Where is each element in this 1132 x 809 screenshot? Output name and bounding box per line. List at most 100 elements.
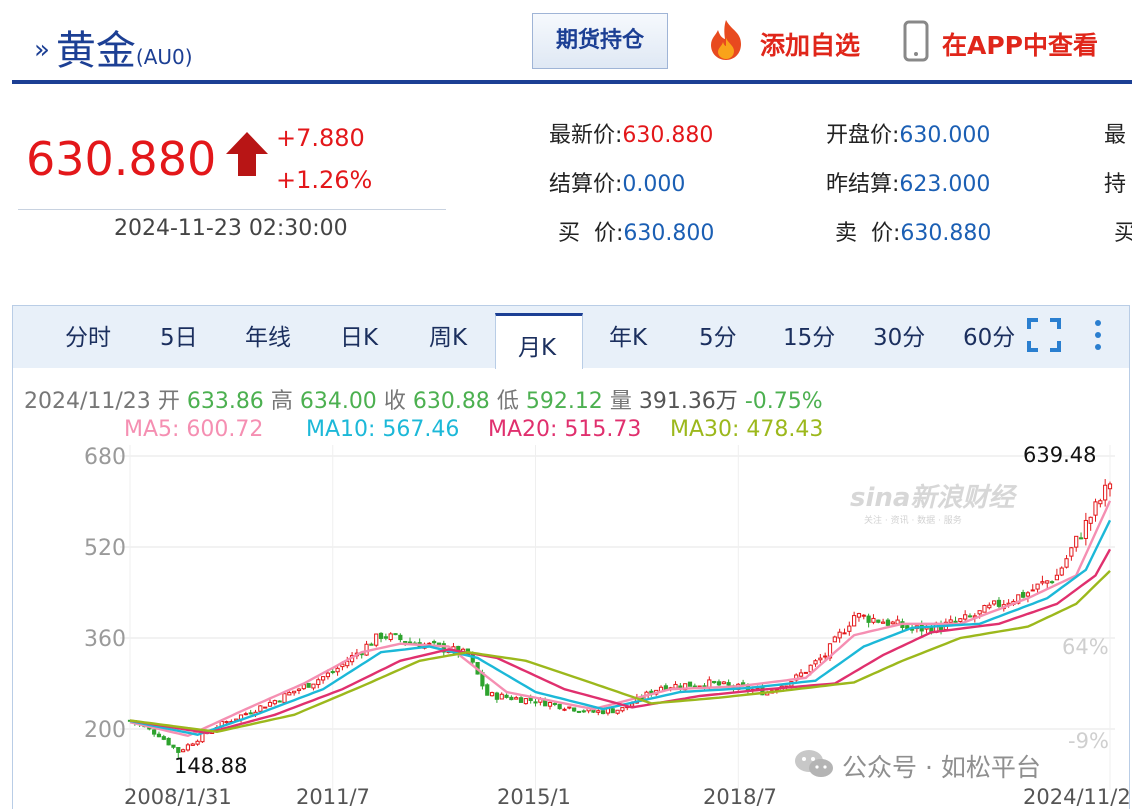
candle-body [823,655,828,658]
candle-body [615,709,620,714]
candle-body [383,636,388,639]
candle-body [1078,537,1084,540]
candle-body [881,621,886,624]
wechat-account-watermark: 公众号 · 如松平台 [842,753,1041,782]
candle-body [407,641,413,644]
candle-body [292,690,297,694]
candle-body [576,710,582,713]
candle-body [345,660,350,667]
candle-body [195,740,200,745]
candle-body [330,671,335,674]
candle-body [620,707,625,712]
candle-body [1093,501,1098,516]
candle-body [871,617,876,623]
candle-body [1098,500,1103,505]
candle-body [572,707,577,712]
candle-body [369,643,374,646]
candle-body [364,643,369,656]
high-annotation: 639.48 [1023,443,1096,467]
candle-body [1059,567,1064,576]
candle-body [852,615,857,627]
candle-body [557,703,562,710]
candle-body [378,632,384,639]
candle-body [190,743,195,746]
candle-body [504,694,509,698]
candle-body [687,681,693,687]
candle-body [287,692,292,696]
candle-body [152,729,157,735]
candle-body [166,737,171,746]
candle-body [1069,547,1074,557]
x-tick-label: 2018/7 [703,785,777,809]
candle-body [272,700,277,705]
candle-body [721,681,726,685]
pct-tick-label: 64% [1062,635,1109,659]
candle-body [523,698,528,705]
candle-body [895,619,900,625]
candle-body [1025,592,1031,597]
x-tick-label: 2024/11/23 [1023,785,1132,809]
candle-body [861,614,866,617]
candle-body [798,672,804,677]
candle-body [181,749,186,753]
candle-body [692,685,697,688]
candle-body [243,713,248,716]
candle-body [267,701,273,707]
candle-body [832,636,837,643]
candle-body [528,697,533,701]
candle-body [316,679,321,686]
y-tick-label: 680 [84,445,126,470]
candle-body [987,604,992,609]
candle-body [514,697,519,700]
candle-body [325,672,331,678]
candle-body [224,721,229,724]
candle-body [596,710,601,713]
candle-body [393,633,398,636]
candle-body [716,681,722,686]
candle-body [847,625,852,632]
candle-body [803,671,808,674]
candle-body [610,708,615,714]
candle-body [982,604,987,613]
candle-body [885,619,891,626]
candle-body [156,733,162,738]
candle-body [673,683,678,689]
candle-body [248,712,253,715]
candle-body [567,706,572,709]
candle-body [1040,581,1045,584]
candle-body [808,664,813,673]
candle-body [547,701,553,707]
candle-body [842,632,847,635]
candle-body [1021,592,1026,598]
candle-body [485,684,490,696]
candle-body [176,747,181,753]
candle-body [876,619,881,623]
candle-body [499,693,504,700]
candle-body [1035,583,1040,590]
y-tick-label: 200 [84,718,126,743]
candle-body [963,614,968,620]
candle-body [321,676,326,681]
candle-body [494,692,499,700]
candle-body [948,619,953,623]
candle-body [509,696,514,701]
wechat-icon [793,747,835,785]
candle-body [296,688,302,692]
candle-body [967,615,973,618]
candle-body [388,633,393,641]
candle-body [1074,535,1079,548]
candle-body [856,613,862,618]
candle-body [837,631,842,639]
candle-body [1049,581,1055,584]
candle-body [953,620,958,623]
candle-body [263,706,268,709]
candle-body [403,640,408,643]
candle-body [601,710,606,715]
candle-body [562,708,567,711]
candle-body [311,683,316,689]
candle-body [282,693,287,703]
candle-body [996,599,1002,607]
sina-watermark-tagline: 关注 · 资讯 · 数据 · 服务 [864,514,962,526]
candle-body [306,682,311,688]
candle-body [1103,484,1108,501]
